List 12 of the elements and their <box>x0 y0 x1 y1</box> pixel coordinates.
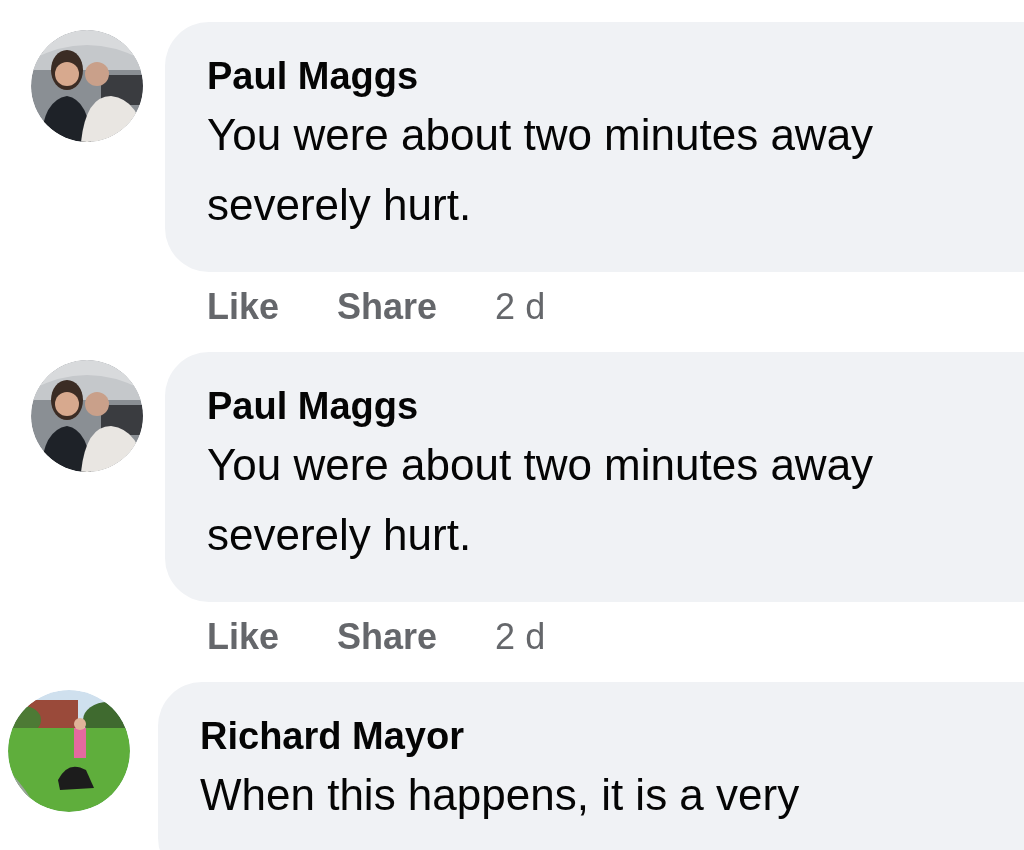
comment-text: You were about two minutes away severely hurt. <box>207 439 875 561</box>
comment-text: When this happens, it is a very <box>200 769 801 821</box>
action-link[interactable]: Share <box>337 280 438 334</box>
author-name[interactable]: Paul Maggs <box>207 52 1024 100</box>
action-link[interactable]: Like <box>207 280 280 334</box>
author-name[interactable]: Paul Maggs <box>207 382 1024 430</box>
comment-text: You were about two minutes away severely hurt. <box>207 109 875 231</box>
action-link[interactable]: Like <box>207 610 280 664</box>
action-link[interactable]: Share <box>337 610 438 664</box>
author-name[interactable]: Richard Mayor <box>200 712 1024 760</box>
timestamp: 2 d <box>495 615 546 659</box>
timestamp: 2 d <box>495 285 546 329</box>
